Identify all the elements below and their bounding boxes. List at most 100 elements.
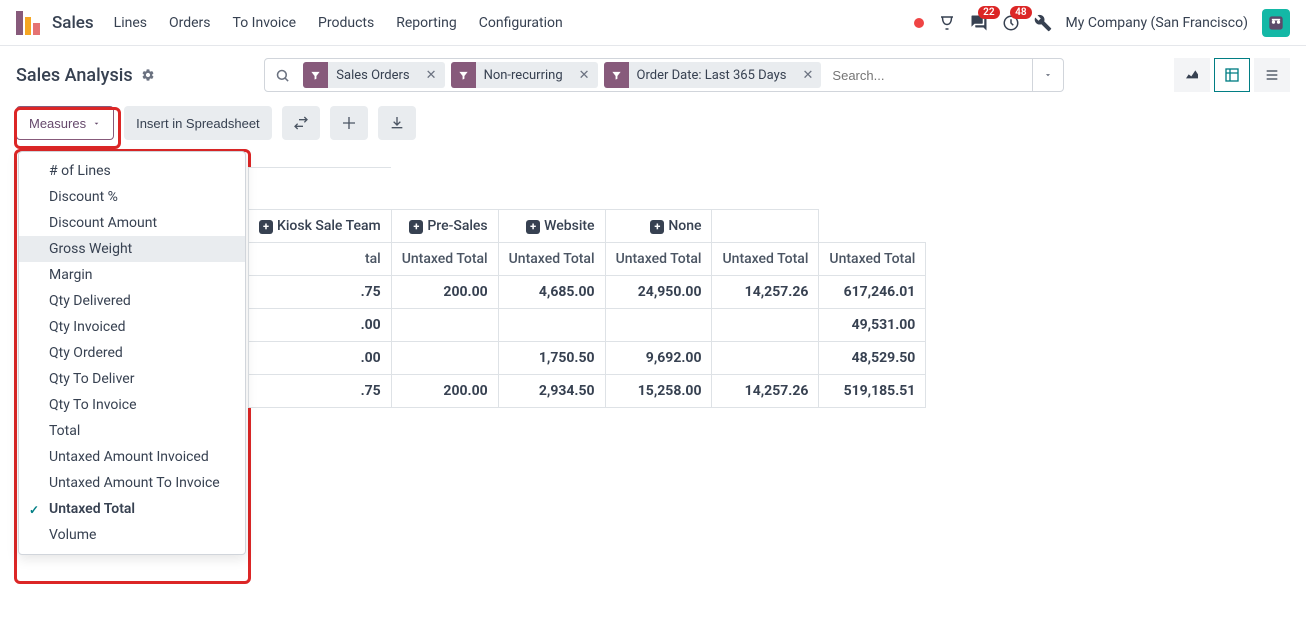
filter-icon: [604, 62, 629, 88]
pivot-cell: [712, 309, 819, 342]
gear-icon[interactable]: [141, 68, 155, 82]
activities-badge: 48: [1010, 6, 1031, 19]
flip-axis-button[interactable]: [282, 106, 320, 140]
pivot-cell: [712, 342, 819, 375]
download-button[interactable]: [378, 106, 416, 140]
nav-link-reporting[interactable]: Reporting: [396, 15, 457, 31]
measure-option-label: Qty To Deliver: [49, 371, 134, 387]
measure-header-truncated[interactable]: tal: [249, 243, 392, 276]
filter-chip: Non-recurring ✕: [451, 62, 598, 88]
nav-link-configuration[interactable]: Configuration: [479, 15, 563, 31]
measure-option[interactable]: Discount %: [19, 184, 245, 210]
page-title: Sales Analysis: [16, 65, 155, 86]
pivot-corner: [249, 168, 392, 210]
phone-icon[interactable]: [938, 14, 956, 32]
measure-option[interactable]: Qty Ordered: [19, 340, 245, 366]
control-panel: Sales Analysis Sales Orders ✕ Non-recurr…: [0, 46, 1306, 102]
messages-icon[interactable]: 22: [970, 14, 988, 32]
top-nav: Sales Lines Orders To Invoice Products R…: [0, 0, 1306, 46]
measure-option[interactable]: Volume: [19, 522, 245, 548]
search-options-caret[interactable]: [1032, 59, 1063, 91]
measure-option-label: Volume: [49, 527, 96, 543]
dropdown-scroll[interactable]: # of Lines Discount % Discount Amount Gross…: [19, 158, 245, 548]
messages-badge: 22: [978, 6, 999, 19]
pivot-cell: .00: [249, 342, 392, 375]
chip-label[interactable]: Non-recurring: [476, 68, 571, 83]
filter-icon: [451, 62, 476, 88]
measure-option[interactable]: Untaxed Amount Invoiced: [19, 444, 245, 470]
measure-header[interactable]: Untaxed Total: [498, 243, 605, 276]
nav-link-to-invoice[interactable]: To Invoice: [233, 15, 297, 31]
pivot-cell: 617,246.01: [819, 276, 926, 309]
pivot-cell: 14,257.26: [712, 375, 819, 408]
measure-option-label: Discount %: [49, 189, 118, 205]
measure-header[interactable]: Untaxed Total: [712, 243, 819, 276]
view-list-button[interactable]: [1254, 58, 1290, 92]
measure-option[interactable]: Margin: [19, 262, 245, 288]
app-logo[interactable]: [16, 11, 40, 35]
chip-label[interactable]: Order Date: Last 365 Days: [629, 68, 795, 83]
view-graph-button[interactable]: [1174, 58, 1210, 92]
expand-icon[interactable]: +: [526, 220, 540, 234]
pivot-cell: .00: [249, 309, 392, 342]
insert-label: Insert in Spreadsheet: [136, 116, 260, 131]
expand-icon[interactable]: +: [650, 220, 664, 234]
measure-header[interactable]: Untaxed Total: [819, 243, 926, 276]
pivot-cell: 15,258.00: [605, 375, 712, 408]
pivot-cell: 200.00: [391, 375, 498, 408]
pivot-cell: 14,257.26: [712, 276, 819, 309]
measure-option[interactable]: ✓Untaxed Total: [19, 496, 245, 522]
col-group-header[interactable]: +Kiosk Sale Team: [249, 210, 392, 243]
measure-option[interactable]: Discount Amount: [19, 210, 245, 236]
expand-all-button[interactable]: [330, 106, 368, 140]
measure-header[interactable]: Untaxed Total: [391, 243, 498, 276]
company-selector[interactable]: My Company (San Francisco): [1066, 15, 1248, 31]
nav-link-lines[interactable]: Lines: [114, 15, 147, 31]
chip-remove[interactable]: ✕: [571, 68, 598, 83]
status-dot[interactable]: [914, 18, 924, 28]
filter-icon: [303, 62, 328, 88]
measure-option[interactable]: Untaxed Amount To Invoice: [19, 470, 245, 496]
pivot-table: +Kiosk Sale Team +Pre-Sales +Website +No…: [248, 167, 926, 408]
expand-icon[interactable]: +: [259, 220, 273, 234]
measure-option[interactable]: # of Lines: [19, 158, 245, 184]
nav-link-orders[interactable]: Orders: [169, 15, 211, 31]
measure-option[interactable]: Qty Delivered: [19, 288, 245, 314]
page-title-text: Sales Analysis: [16, 65, 133, 86]
search-input[interactable]: [824, 68, 1032, 83]
measure-option[interactable]: Total: [19, 418, 245, 444]
pivot-cell: .75: [249, 375, 392, 408]
pivot-cell: 4,685.00: [498, 276, 605, 309]
measure-option-label: Gross Weight: [49, 241, 132, 257]
chip-label[interactable]: Sales Orders: [328, 68, 417, 83]
pivot-cell: 49,531.00: [819, 309, 926, 342]
pivot-cell: [391, 309, 498, 342]
filter-chip: Order Date: Last 365 Days ✕: [604, 62, 822, 88]
app-brand[interactable]: Sales: [52, 13, 94, 33]
expand-icon[interactable]: +: [409, 220, 423, 234]
col-group-header[interactable]: +Pre-Sales: [391, 210, 498, 243]
measure-option-label: Qty To Invoice: [49, 397, 137, 413]
view-pivot-button[interactable]: [1214, 58, 1250, 92]
measure-header[interactable]: Untaxed Total: [605, 243, 712, 276]
measures-button[interactable]: Measures: [16, 106, 114, 140]
measure-option[interactable]: Qty To Deliver: [19, 366, 245, 392]
measure-option-label: Untaxed Amount Invoiced: [49, 449, 209, 465]
measure-option[interactable]: Gross Weight: [19, 236, 245, 262]
col-group-header[interactable]: +None: [605, 210, 712, 243]
chip-remove[interactable]: ✕: [418, 68, 445, 83]
col-group-header[interactable]: +Website: [498, 210, 605, 243]
measure-option-label: Total: [49, 423, 80, 439]
measure-option[interactable]: Qty Invoiced: [19, 314, 245, 340]
measures-label: Measures: [29, 116, 86, 131]
search-icon[interactable]: [265, 68, 300, 83]
user-avatar[interactable]: [1262, 9, 1290, 37]
measure-option[interactable]: Qty To Invoice: [19, 392, 245, 418]
chip-remove[interactable]: ✕: [795, 68, 822, 83]
activities-icon[interactable]: 48: [1002, 14, 1020, 32]
insert-spreadsheet-button[interactable]: Insert in Spreadsheet: [124, 106, 272, 140]
check-icon: ✓: [29, 503, 39, 517]
nav-link-products[interactable]: Products: [318, 15, 374, 31]
pivot-cell: [498, 309, 605, 342]
tools-icon[interactable]: [1034, 14, 1052, 32]
